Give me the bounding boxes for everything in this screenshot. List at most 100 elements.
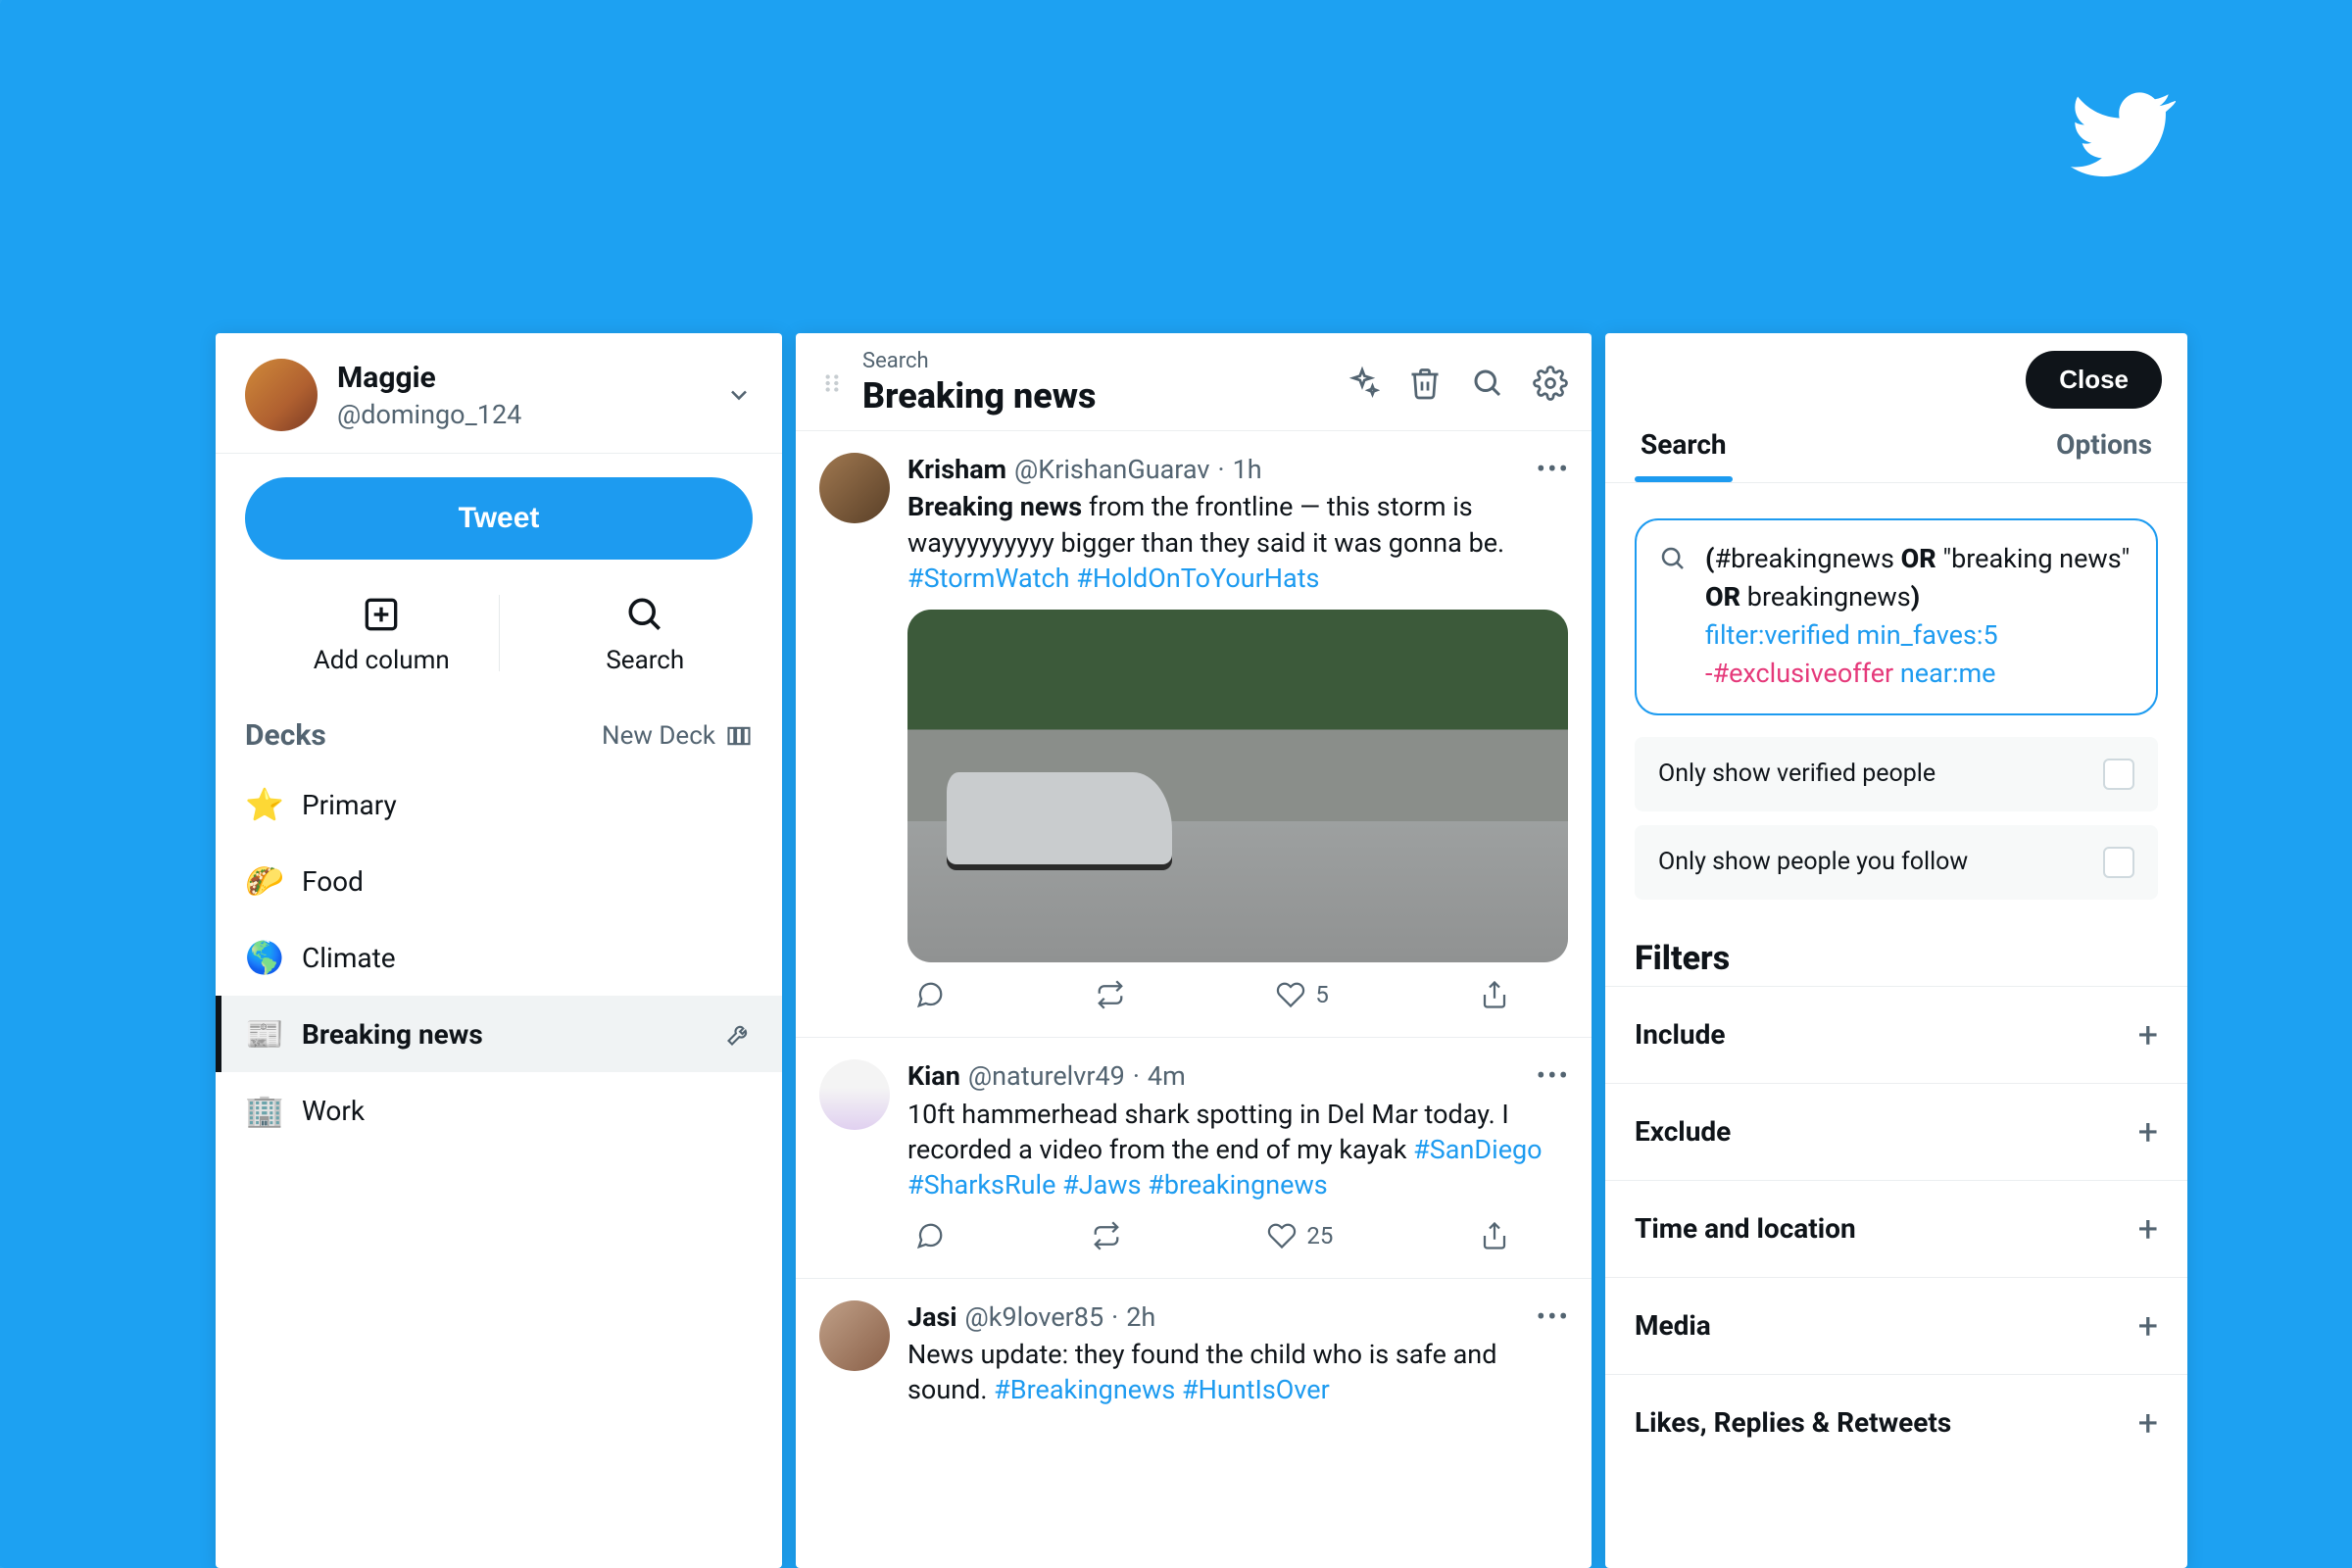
filter-section-media[interactable]: Media + [1605,1277,2187,1374]
tweet[interactable]: Jasi @k9lover85 · 2h News update: they f… [796,1279,1592,1418]
search-options-panel: Close Search Options (#breakingnews OR "… [1605,333,2187,1568]
filter-section-label: Include [1635,1018,1725,1051]
search-query-input[interactable]: (#breakingnews OR "breaking news" OR bre… [1635,518,2158,715]
avatar [819,1059,890,1130]
avatar [245,359,318,431]
plus-icon: + [2138,1014,2158,1055]
like-button[interactable]: 5 [1276,980,1329,1009]
tweet-media-image[interactable] [907,610,1568,962]
trash-icon[interactable] [1407,366,1443,401]
filter-section-label: Exclude [1635,1115,1731,1148]
taco-icon: 🌮 [245,862,280,900]
add-column-button[interactable]: Add column [314,593,450,675]
tweet-author-name: Krisham [907,453,1006,487]
search-icon [1658,544,1688,573]
tab-options[interactable]: Options [2050,418,2158,482]
tweet[interactable]: Krisham @KrishanGuarav · 1h Breaking new… [796,431,1592,1038]
twitter-bird-icon [2068,80,2176,188]
share-button[interactable] [1480,980,1509,1009]
tweet-author-handle: @KrishanGuarav [1014,453,1209,487]
filter-section-exclude[interactable]: Exclude + [1605,1083,2187,1180]
columns-icon [725,722,753,750]
globe-icon: 🌎 [245,939,280,976]
filter-section-likes-replies-retweets[interactable]: Likes, Replies & Retweets + [1605,1374,2187,1471]
toggle-people-you-follow[interactable]: Only show people you follow [1635,825,2158,900]
decks-title: Decks [245,718,326,753]
search-label: Search [606,646,684,675]
search-button[interactable]: Search [606,593,684,675]
checkbox[interactable] [2103,847,2134,878]
sidebar-panel: Maggie @domingo_124 Tweet Add column Sea… [216,333,782,1568]
wrench-icon[interactable] [725,1020,753,1048]
tweet-time: 2h [1126,1300,1155,1335]
plus-icon: + [2138,1402,2158,1444]
more-icon[interactable]: ••• [1537,453,1570,485]
deck-item-label: Primary [302,789,397,821]
filter-section-include[interactable]: Include + [1605,986,2187,1083]
tweet-author-name: Kian [907,1059,960,1094]
deck-item-label: Breaking news [302,1018,483,1051]
deck-item-breaking-news[interactable]: 📰 Breaking news [216,996,782,1072]
tweet-button[interactable]: Tweet [245,477,753,560]
deck-item-label: Food [302,865,364,898]
tweet-text: News update: they found the child who is… [907,1337,1568,1408]
like-count: 25 [1306,1222,1333,1250]
feed-panel: Search Breaking news Krisham @KrishanGua… [796,333,1592,1568]
retweet-button[interactable] [1096,980,1125,1009]
tweet-author-handle: @naturelvr49 [968,1059,1125,1094]
reply-button[interactable] [915,980,945,1009]
reply-button[interactable] [915,1221,945,1250]
retweet-button[interactable] [1092,1221,1121,1250]
tweet-time: 1h [1233,453,1262,487]
add-column-label: Add column [314,646,450,675]
deck-item-climate[interactable]: 🌎 Climate [216,919,782,996]
feed-header: Search Breaking news [796,333,1592,431]
toggle-label: Only show verified people [1658,760,1936,788]
deck-item-food[interactable]: 🌮 Food [216,843,782,919]
star-icon: ⭐ [245,786,280,823]
search-icon [623,593,666,636]
filter-section-label: Likes, Replies & Retweets [1635,1406,1951,1439]
query-text: (#breakingnews OR "breaking news" OR bre… [1705,540,2132,694]
like-button[interactable]: 25 [1267,1221,1333,1250]
search-icon[interactable] [1470,366,1505,401]
deck-item-primary[interactable]: ⭐ Primary [216,766,782,843]
profile-name: Maggie [337,361,521,395]
plus-icon: + [2138,1111,2158,1152]
close-button[interactable]: Close [2026,351,2162,409]
tweet-author-handle: @k9lover85 [965,1300,1104,1335]
add-column-icon [360,593,403,636]
gear-icon[interactable] [1533,366,1568,401]
new-deck-button[interactable]: New Deck [602,721,753,751]
newspaper-icon: 📰 [245,1015,280,1053]
profile-handle: @domingo_124 [337,399,521,430]
filters-title: Filters [1605,913,2187,986]
tweet[interactable]: Kian @naturelvr49 · 4m 10ft hammerhead s… [796,1038,1592,1278]
new-deck-label: New Deck [602,721,715,751]
tweet-text: Breaking news from the frontline — this … [907,489,1568,596]
avatar [819,453,890,523]
feed-title: Breaking news [862,375,1096,416]
drag-handle-icon[interactable] [819,370,845,396]
tweet-text: 10ft hammerhead shark spotting in Del Ma… [907,1097,1568,1203]
sparkle-icon[interactable] [1345,366,1380,401]
plus-icon: + [2138,1305,2158,1347]
chevron-down-icon[interactable] [725,381,753,409]
plus-icon: + [2138,1208,2158,1250]
deck-item-work[interactable]: 🏢 Work [216,1072,782,1149]
deck-item-label: Climate [302,942,396,974]
office-icon: 🏢 [245,1092,280,1129]
share-button[interactable] [1480,1221,1509,1250]
like-count: 5 [1315,981,1329,1008]
toggle-verified-people[interactable]: Only show verified people [1635,737,2158,811]
checkbox[interactable] [2103,759,2134,790]
tab-search[interactable]: Search [1635,418,1733,482]
more-icon[interactable]: ••• [1537,1059,1570,1092]
more-icon[interactable]: ••• [1537,1300,1570,1333]
avatar [819,1300,890,1371]
profile-switcher[interactable]: Maggie @domingo_124 [216,333,782,454]
tweet-time: 4m [1148,1059,1186,1094]
feed-super-title: Search [862,349,1096,373]
tweet-actions: 5 [907,962,1568,1027]
filter-section-time-location[interactable]: Time and location + [1605,1180,2187,1277]
